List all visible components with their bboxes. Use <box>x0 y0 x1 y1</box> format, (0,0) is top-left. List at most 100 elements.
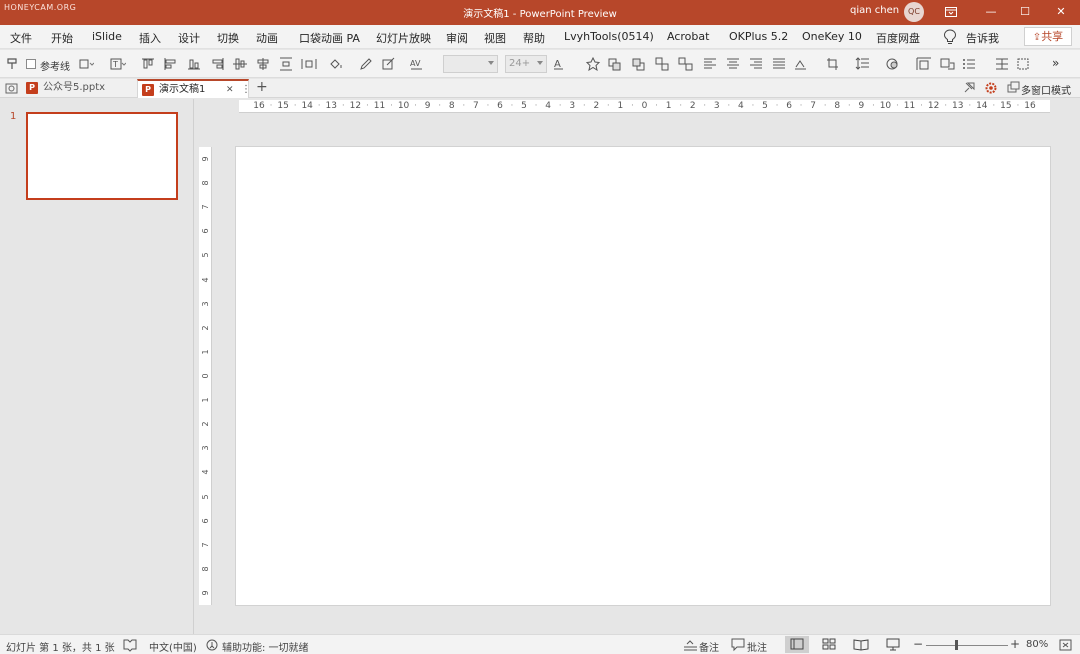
menu-review[interactable]: 审阅 <box>446 30 468 46</box>
align-left-icon[interactable] <box>163 57 179 71</box>
send-backward-icon[interactable] <box>631 57 647 71</box>
pin-icon[interactable] <box>962 81 978 95</box>
ruler-minor-tick: · <box>510 101 514 111</box>
menu-pocket-animation[interactable]: 口袋动画 PA <box>299 30 360 46</box>
comments-button[interactable]: 批注 <box>747 639 767 654</box>
format-painter-icon[interactable] <box>5 57 21 71</box>
outline-color-icon[interactable] <box>794 57 810 71</box>
minimize-button[interactable]: — <box>974 0 1008 25</box>
bullets-icon[interactable] <box>962 57 978 71</box>
menu-transitions[interactable]: 切换 <box>217 30 239 46</box>
selection-pane-icon[interactable] <box>1016 57 1032 71</box>
pen-icon[interactable] <box>358 57 374 71</box>
notes-button[interactable]: 备注 <box>699 639 719 654</box>
text-align-right-icon[interactable] <box>748 57 764 71</box>
menu-animations[interactable]: 动画 <box>256 30 278 46</box>
menu-file[interactable]: 文件 <box>10 30 32 46</box>
zoom-out-button[interactable]: − <box>913 637 923 651</box>
align-middle-icon[interactable] <box>232 57 248 71</box>
shape-style-icon[interactable] <box>885 57 901 71</box>
lightbulb-icon[interactable] <box>943 29 957 45</box>
language-status[interactable]: 中文(中国) <box>149 639 197 654</box>
bring-forward-icon[interactable] <box>607 57 623 71</box>
zoom-slider[interactable] <box>926 645 1008 646</box>
ungroup-icon[interactable] <box>678 57 694 71</box>
text-spacing-icon[interactable]: AV <box>410 57 426 71</box>
new-tab-button[interactable]: + <box>256 79 268 95</box>
font-name-combo[interactable] <box>443 55 498 73</box>
home-tab-icon[interactable] <box>4 81 20 95</box>
slide-thumbnail[interactable] <box>26 112 178 200</box>
text-align-left-icon[interactable] <box>702 57 718 71</box>
replace-image-icon[interactable] <box>940 57 956 71</box>
menu-islide[interactable]: iSlide <box>92 30 122 43</box>
accessibility-icon[interactable] <box>205 638 221 652</box>
tab-menu-icon[interactable]: ⋮ <box>241 81 251 99</box>
text-align-center-icon[interactable] <box>725 57 741 71</box>
menu-slideshow[interactable]: 幻灯片放映 <box>376 30 431 46</box>
notes-icon[interactable] <box>683 638 699 652</box>
font-color-icon[interactable]: A <box>553 57 569 71</box>
align-right-icon[interactable] <box>209 57 225 71</box>
menu-insert[interactable]: 插入 <box>139 30 161 46</box>
size-icon[interactable] <box>916 57 932 71</box>
menu-okplus[interactable]: OKPlus 5.2 <box>729 30 788 43</box>
font-size-combo[interactable]: 24+ <box>505 55 547 73</box>
slide-canvas[interactable] <box>236 147 1050 605</box>
tab-yanshiwengao[interactable]: P 演示文稿1 ✕ ⋮ <box>137 79 251 99</box>
avatar[interactable]: QC <box>904 2 924 22</box>
menu-onekey[interactable]: OneKey 10 <box>802 30 862 43</box>
menu-baidu-netdisk[interactable]: 百度网盘 <box>876 30 920 46</box>
menu-acrobat[interactable]: Acrobat <box>667 30 709 43</box>
slideshow-view-button[interactable] <box>881 636 905 653</box>
menu-view[interactable]: 视图 <box>484 30 506 46</box>
tell-me-search[interactable]: 告诉我 <box>966 30 999 46</box>
ruler-tick-label: 8 <box>448 101 455 111</box>
fit-slide-icon[interactable] <box>1058 638 1074 652</box>
ruler-tick-label: 15 <box>1000 101 1012 111</box>
group-icon[interactable] <box>655 57 671 71</box>
star-shape-icon[interactable] <box>585 57 601 71</box>
align-top-icon[interactable] <box>140 57 156 71</box>
share-button[interactable]: ⇪共享 <box>1024 27 1072 46</box>
close-button[interactable]: ✕ <box>1044 0 1078 25</box>
ruler-tick-label: 12 <box>927 101 940 111</box>
zoom-level[interactable]: 80% <box>1026 639 1048 650</box>
tab-gongzhonghao[interactable]: P 公众号5.pptx <box>22 79 136 98</box>
settings-gear-icon[interactable] <box>984 81 1000 95</box>
reading-view-button[interactable] <box>849 636 873 653</box>
zoom-slider-thumb[interactable] <box>955 640 958 650</box>
toolbar-overflow[interactable]: » <box>1052 56 1059 70</box>
accessibility-status[interactable]: 辅助功能: 一切就绪 <box>222 639 309 654</box>
text-box-icon[interactable]: T <box>110 57 126 71</box>
multi-window-icon[interactable] <box>1006 81 1022 95</box>
text-justify-icon[interactable] <box>771 57 787 71</box>
multi-window-mode[interactable]: 多窗口模式 <box>1021 82 1071 97</box>
line-spacing-icon[interactable] <box>855 57 871 71</box>
ribbon-display-icon[interactable] <box>934 0 968 25</box>
menu-design[interactable]: 设计 <box>178 30 200 46</box>
user-name[interactable]: qian chen <box>850 5 899 16</box>
close-tab-icon[interactable]: ✕ <box>226 81 234 99</box>
zoom-in-button[interactable]: + <box>1010 637 1020 651</box>
ruler-minor-tick: · <box>438 101 442 111</box>
maximize-button[interactable]: ☐ <box>1008 0 1042 25</box>
spell-check-icon[interactable] <box>122 638 138 652</box>
align-center-icon[interactable] <box>255 57 271 71</box>
guides-checkbox[interactable] <box>26 59 36 69</box>
distribute-rows-icon[interactable] <box>994 57 1010 71</box>
menu-lvyhtools[interactable]: LvyhTools(0514) <box>564 30 654 43</box>
slide-sorter-view-button[interactable] <box>817 636 841 653</box>
ruler-tick-label: 9 <box>424 101 431 111</box>
comments-icon[interactable] <box>731 638 747 652</box>
shape-edit-icon[interactable] <box>382 57 398 71</box>
shape-select-icon[interactable] <box>78 57 94 71</box>
menu-home[interactable]: 开始 <box>51 30 73 46</box>
menu-help[interactable]: 帮助 <box>523 30 545 46</box>
normal-view-button[interactable] <box>785 636 809 653</box>
crop-icon[interactable] <box>826 57 842 71</box>
align-bottom-icon[interactable] <box>186 57 202 71</box>
distribute-horizontal-icon[interactable] <box>301 57 317 71</box>
distribute-vertical-icon[interactable] <box>278 57 294 71</box>
fill-color-icon[interactable] <box>328 57 344 71</box>
